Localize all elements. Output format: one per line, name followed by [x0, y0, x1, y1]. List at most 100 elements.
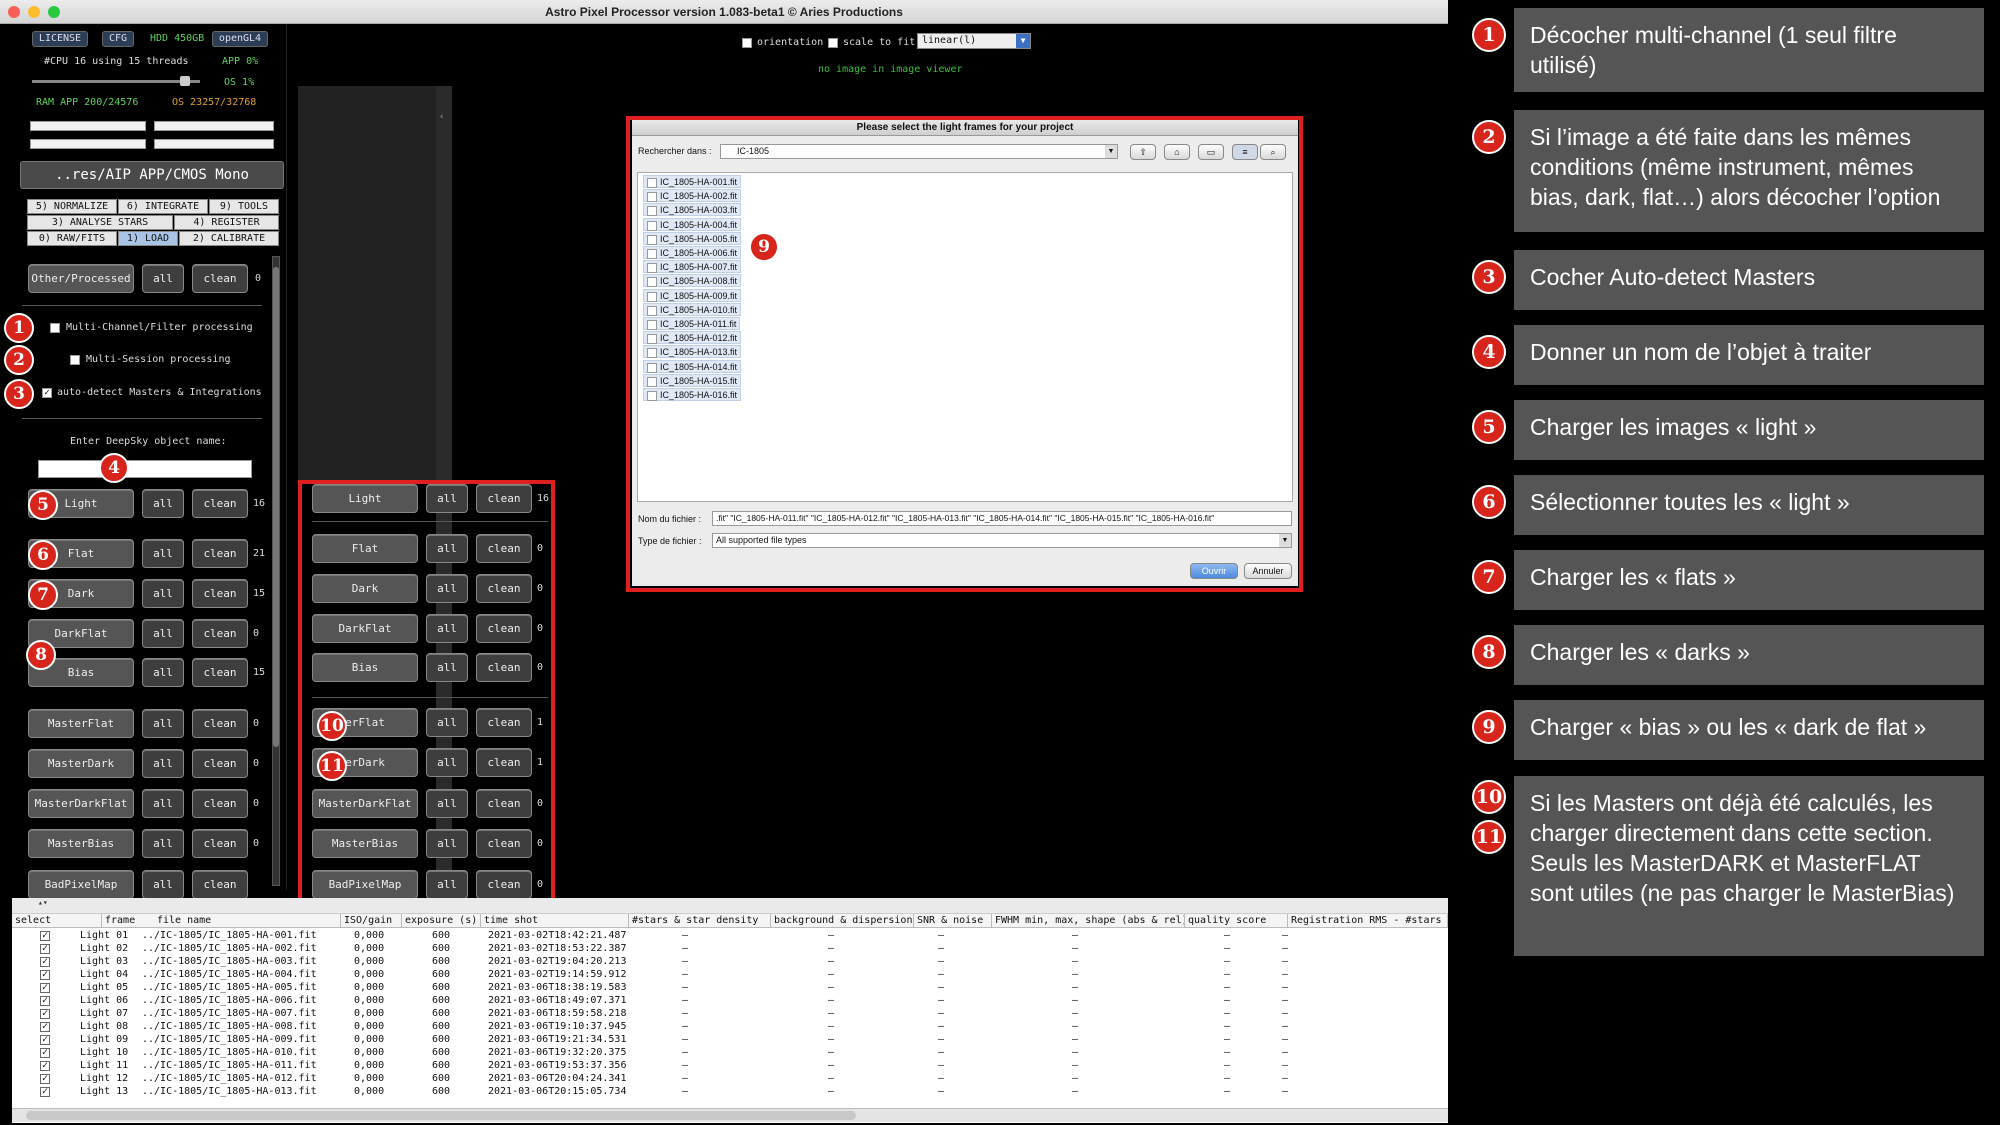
masterdarkflat-clean-button[interactable]: clean — [192, 789, 248, 818]
tab-calibrate[interactable]: 2) CALIBRATE — [179, 231, 279, 246]
open-button[interactable]: Ouvrir — [1190, 563, 1238, 579]
home-icon[interactable]: ⌂ — [1164, 144, 1190, 160]
tab-raw-fits[interactable]: 0) RAW/FITS — [27, 231, 117, 246]
masterdark-clean-button[interactable]: clean — [192, 749, 248, 778]
masterdark-load-button[interactable]: MasterDark — [28, 749, 134, 778]
scale-to-fit-checkbox[interactable] — [828, 38, 838, 48]
file-list-item[interactable]: IC_1805-HA-009.fit — [643, 288, 742, 302]
table-row[interactable]: ✓ Light 07 ../IC-1805/IC_1805-HA-007.fit 0,… — [12, 1008, 1448, 1021]
masterdark-all-button[interactable]: all — [142, 749, 184, 778]
row-select-checkbox[interactable]: ✓ — [40, 1009, 50, 1019]
stretch-select[interactable]: linear(l) ▼ — [917, 33, 1031, 49]
new-folder-icon[interactable]: ▭ — [1198, 144, 1224, 160]
table-column-header[interactable]: Registration RMS - #stars — [1288, 914, 1448, 928]
other-clean-button[interactable]: clean — [192, 264, 248, 293]
table-column-header[interactable]: exposure (s) — [402, 914, 481, 928]
row-select-checkbox[interactable]: ✓ — [40, 970, 50, 980]
minimize-window-button[interactable] — [28, 6, 40, 18]
badpixelmap-clean-button[interactable]: clean — [192, 870, 248, 899]
table-row[interactable]: ✓ Light 09 ../IC-1805/IC_1805-HA-009.fit 0,… — [12, 1034, 1448, 1047]
table-column-header[interactable]: background & dispersion — [771, 914, 914, 928]
table-splitter[interactable]: ▴▾ — [12, 898, 1448, 914]
expand-collapse-icon[interactable]: ▴▾ — [38, 898, 48, 907]
license-button[interactable]: LICENSE — [32, 31, 88, 47]
threads-slider[interactable] — [32, 76, 200, 86]
darkflat-all-button[interactable]: all — [142, 619, 184, 648]
multi-session-checkbox[interactable] — [70, 355, 80, 365]
row-select-checkbox[interactable]: ✓ — [40, 1035, 50, 1045]
file-list-item[interactable]: IC_1805-HA-007.fit — [643, 260, 742, 274]
light-all-button[interactable]: all — [142, 489, 184, 518]
file-list[interactable]: IC_1805-HA-001.fit IC_1805-HA-002.fit IC_1… — [637, 172, 1293, 502]
bias-all-button[interactable]: all — [142, 658, 184, 687]
tab-analyse-stars[interactable]: 3) ANALYSE STARS — [27, 215, 173, 230]
row-select-checkbox[interactable]: ✓ — [40, 1022, 50, 1032]
row-select-checkbox[interactable]: ✓ — [40, 983, 50, 993]
table-column-header[interactable]: SNR & noise — [914, 914, 992, 928]
look-in-select[interactable]: IC-1805 ▼ — [720, 144, 1118, 159]
filetype-select[interactable]: All supported file types ▼ — [712, 533, 1292, 548]
table-row[interactable]: ✓ Light 10 ../IC-1805/IC_1805-HA-010.fit 0,… — [12, 1047, 1448, 1060]
table-column-header[interactable]: ISO/gain — [341, 914, 402, 928]
row-select-checkbox[interactable]: ✓ — [40, 957, 50, 967]
file-list-item[interactable]: IC_1805-HA-012.fit — [643, 331, 742, 345]
file-list-item[interactable]: IC_1805-HA-010.fit — [643, 302, 742, 316]
file-list-item[interactable]: IC_1805-HA-004.fit — [643, 217, 742, 231]
dark-clean-button[interactable]: clean — [192, 579, 248, 608]
deepsky-name-input[interactable] — [38, 460, 252, 478]
file-list-item[interactable]: IC_1805-HA-001.fit — [643, 175, 742, 188]
file-list-item[interactable]: IC_1805-HA-006.fit — [643, 246, 742, 259]
table-row[interactable]: ✓ Light 01 ../IC-1805/IC_1805-HA-001.fit 0,… — [12, 930, 1448, 943]
file-list-item[interactable]: IC_1805-HA-008.fit — [643, 274, 742, 288]
table-row[interactable]: ✓ Light 06 ../IC-1805/IC_1805-HA-006.fit 0,… — [12, 995, 1448, 1008]
table-row[interactable]: ✓ Light 12 ../IC-1805/IC_1805-HA-012.fit 0,… — [12, 1073, 1448, 1086]
cancel-button[interactable]: Annuler — [1244, 563, 1292, 579]
tab-register[interactable]: 4) REGISTER — [174, 215, 279, 230]
tab-tools[interactable]: 9) TOOLS — [209, 199, 279, 214]
table-column-header[interactable]: #stars & star density — [629, 914, 771, 928]
file-list-item[interactable]: IC_1805-HA-002.fit — [643, 189, 742, 203]
darkflat-clean-button[interactable]: clean — [192, 619, 248, 648]
file-list-item[interactable]: IC_1805-HA-013.fit — [643, 345, 742, 359]
masterflat-clean-button[interactable]: clean — [192, 709, 248, 738]
orientation-checkbox[interactable] — [742, 38, 752, 48]
bias-clean-button[interactable]: clean — [192, 658, 248, 687]
table-column-header[interactable]: file name — [154, 914, 341, 928]
masterflat-load-button[interactable]: MasterFlat — [28, 709, 134, 738]
masterbias-all-button[interactable]: all — [142, 829, 184, 858]
table-column-header[interactable]: time shot — [481, 914, 629, 928]
collapse-icon[interactable]: ‹ — [439, 112, 444, 122]
table-row[interactable]: ✓ Light 13 ../IC-1805/IC_1805-HA-013.fit 0,… — [12, 1086, 1448, 1099]
auto-detect-checkbox[interactable]: ✓ — [42, 388, 52, 398]
cfg-button[interactable]: CFG — [102, 31, 134, 47]
file-list-item[interactable]: IC_1805-HA-011.fit — [643, 317, 741, 330]
slider-handle[interactable] — [180, 76, 190, 86]
row-select-checkbox[interactable]: ✓ — [40, 1074, 50, 1084]
table-column-header[interactable]: select — [12, 914, 102, 928]
table-column-header[interactable]: quality score — [1185, 914, 1288, 928]
masterbias-load-button[interactable]: MasterBias — [28, 829, 134, 858]
tab-integrate[interactable]: 6) INTEGRATE — [118, 199, 208, 214]
dark-all-button[interactable]: all — [142, 579, 184, 608]
file-list-item[interactable]: IC_1805-HA-015.fit — [643, 373, 742, 387]
row-select-checkbox[interactable]: ✓ — [40, 1087, 50, 1097]
row-select-checkbox[interactable]: ✓ — [40, 931, 50, 941]
left-panel-scrollbar[interactable] — [272, 256, 280, 886]
other-processed-button[interactable]: Other/Processed — [28, 264, 134, 293]
table-row[interactable]: ✓ Light 11 ../IC-1805/IC_1805-HA-011.fit 0,… — [12, 1060, 1448, 1073]
table-hscrollbar[interactable] — [12, 1108, 1448, 1122]
other-all-button[interactable]: all — [142, 264, 184, 293]
file-list-item[interactable]: IC_1805-HA-005.fit — [643, 231, 742, 245]
flat-all-button[interactable]: all — [142, 539, 184, 568]
masterdarkflat-load-button[interactable]: MasterDarkFlat — [28, 789, 134, 818]
masterflat-all-button[interactable]: all — [142, 709, 184, 738]
table-row[interactable]: ✓ Light 04 ../IC-1805/IC_1805-HA-004.fit 0,… — [12, 969, 1448, 982]
row-select-checkbox[interactable]: ✓ — [40, 996, 50, 1006]
row-select-checkbox[interactable]: ✓ — [40, 1061, 50, 1071]
up-folder-icon[interactable]: ⇧ — [1130, 144, 1156, 160]
table-row[interactable]: ✓ Light 05 ../IC-1805/IC_1805-HA-005.fit 0,… — [12, 982, 1448, 995]
filename-input[interactable]: .fit" "IC_1805-HA-011.fit" "IC_1805-HA-0… — [712, 511, 1292, 526]
list-view-icon[interactable]: ≡ — [1232, 144, 1258, 160]
zoom-window-button[interactable] — [48, 6, 60, 18]
file-list-item[interactable]: IC_1805-HA-003.fit — [643, 203, 742, 217]
